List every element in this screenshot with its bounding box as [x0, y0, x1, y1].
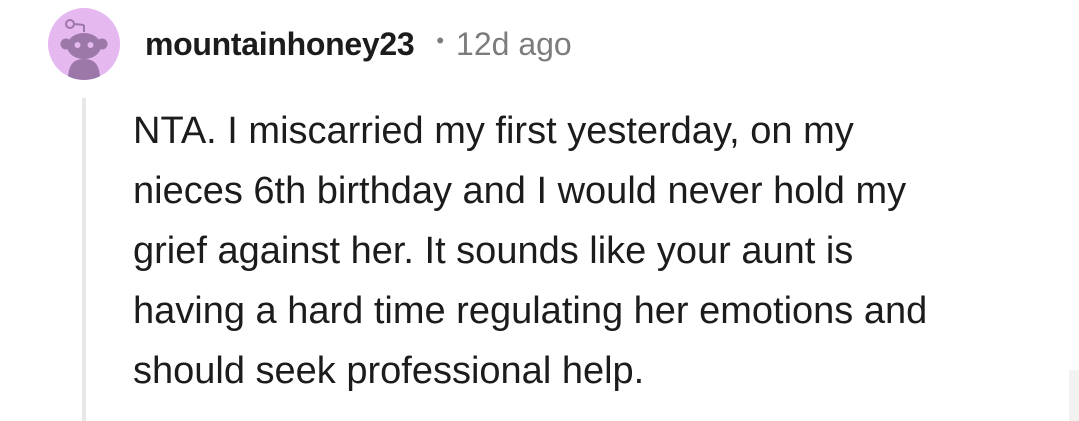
thread-collapse-line[interactable]: [82, 98, 86, 421]
username-link[interactable]: mountainhoney23: [145, 26, 415, 63]
scroll-edge: [1069, 370, 1079, 421]
comment-header: mountainhoney23 • 12d ago: [145, 22, 572, 66]
comment-body-line: NTA. I miscarried my first yesterday, on…: [133, 110, 854, 152]
comment-body-line: having a hard time regulating her emotio…: [133, 290, 928, 332]
comment-body-line: nieces 6th birthday and I would never ho…: [133, 170, 907, 212]
comment-body-line: grief against her. It sounds like your a…: [133, 230, 854, 272]
comment-body-line: should seek professional help.: [133, 350, 645, 392]
user-avatar[interactable]: [48, 8, 120, 80]
timestamp[interactable]: 12d ago: [456, 26, 572, 63]
comment-card: mountainhoney23 • 12d ago NTA. I miscarr…: [0, 0, 1079, 421]
snoo-avatar-icon: [60, 19, 108, 80]
separator-dot: •: [436, 28, 445, 53]
comment-body: NTA. I miscarried my first yesterday, on…: [133, 101, 1033, 401]
